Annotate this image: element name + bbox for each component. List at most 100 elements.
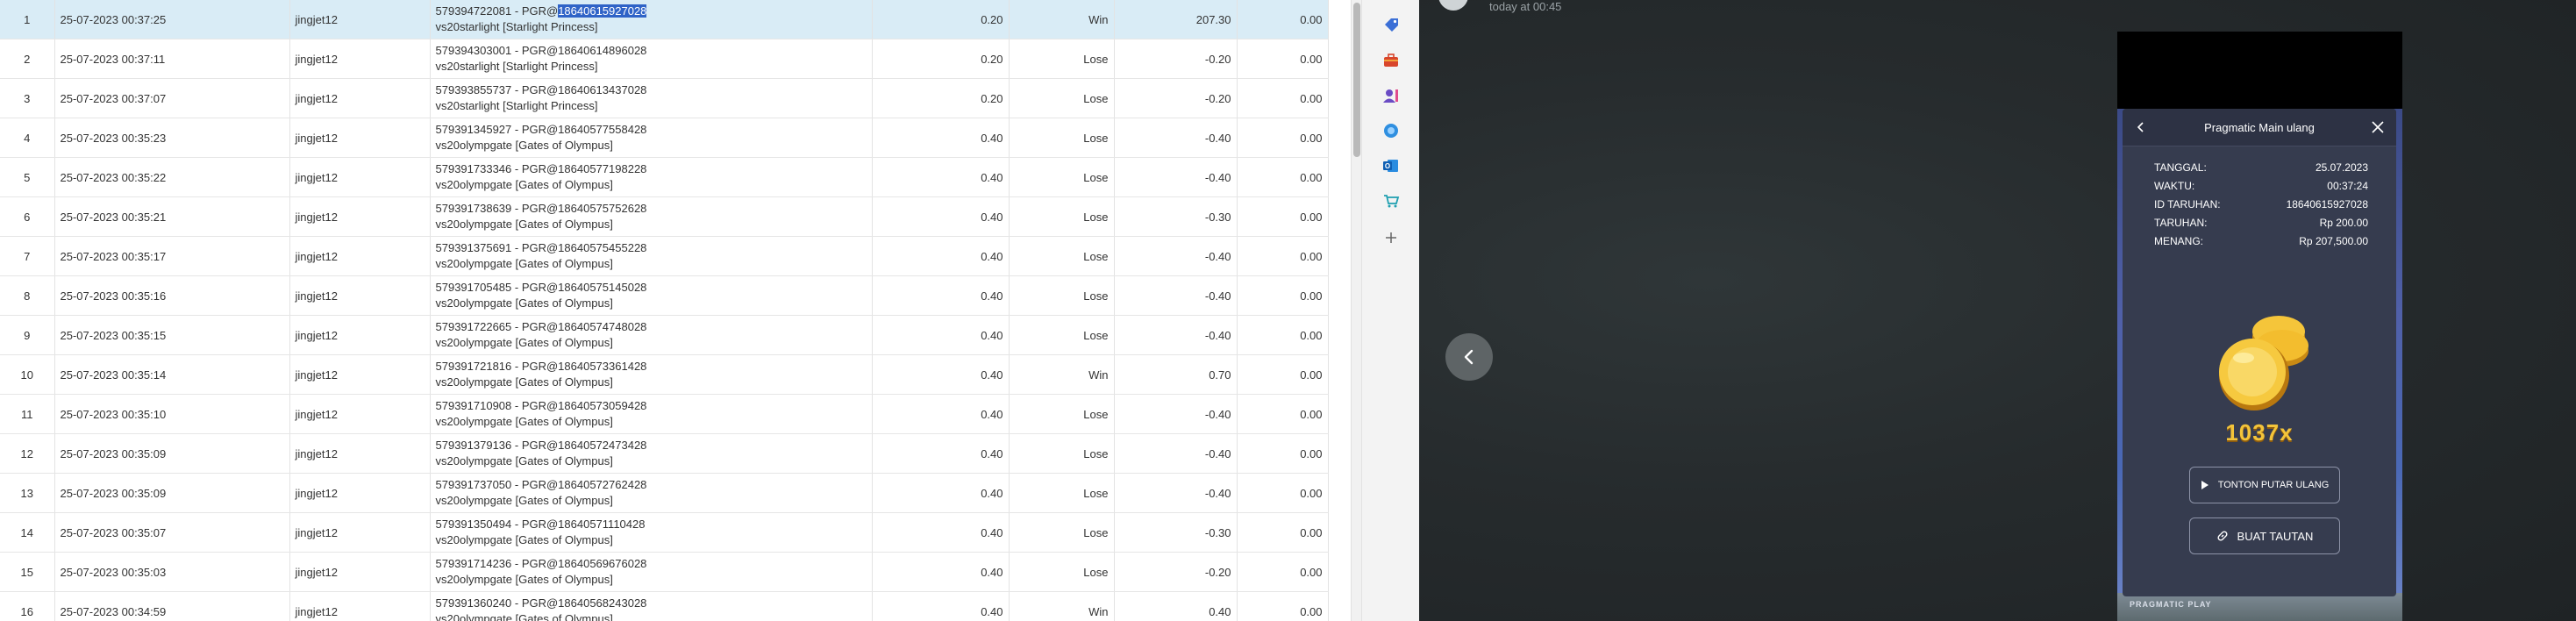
bet-id-line: 579391737050 - PGR@18640572762428 (436, 477, 867, 493)
bet-stake: 0.40 (872, 354, 1010, 395)
table-row[interactable]: 4 25-07-2023 00:35:23 jingjet12 57939134592… (0, 118, 1329, 158)
bet-payout: -0.20 (1114, 78, 1238, 118)
tag-icon[interactable] (1380, 14, 1402, 37)
bet-id: 579394303001 - PGR@18640614896028 (435, 44, 647, 57)
game-name: vs20starlight [Starlight Princess] (435, 99, 598, 112)
info-value: 00:37:24 (2327, 180, 2368, 192)
chevron-left-icon (1464, 349, 1474, 365)
bet-payout: -0.20 (1114, 552, 1238, 592)
close-icon[interactable] (2370, 119, 2386, 135)
bet-extra: 0.00 (1237, 354, 1329, 395)
game-name: vs20olympgate [Gates of Olympus] (435, 454, 613, 468)
table-row[interactable]: 6 25-07-2023 00:35:21 jingjet12 57939173863… (0, 196, 1329, 237)
player-name: jingjet12 (289, 39, 431, 79)
game-name: vs20olympgate [Gates of Olympus] (435, 139, 613, 152)
contacts-icon[interactable] (1380, 84, 1402, 107)
create-link-button[interactable]: BUAT TAUTAN (2189, 518, 2340, 554)
play-icon (2201, 481, 2209, 489)
table-row[interactable]: 16 25-07-2023 00:34:59 jingjet12 5793913602… (0, 591, 1329, 621)
bet-result: Lose (1009, 157, 1115, 197)
selected-text[interactable]: 18640615927028 (558, 4, 647, 18)
info-row-stake: TARUHAN: Rp 200.00 (2154, 217, 2368, 234)
table-row[interactable]: 8 25-07-2023 00:35:16 jingjet12 57939170548… (0, 275, 1329, 316)
shopping-cart-icon[interactable] (1380, 189, 1402, 212)
add-icon[interactable] (1380, 226, 1402, 249)
bet-result: Lose (1009, 118, 1115, 158)
bet-id-line: 579394303001 - PGR@18640614896028 (436, 43, 867, 59)
table-row[interactable]: 10 25-07-2023 00:35:14 jingjet12 5793917218… (0, 354, 1329, 395)
bet-datetime: 25-07-2023 00:35:14 (54, 354, 290, 395)
player-name: jingjet12 (289, 591, 431, 621)
player-name: jingjet12 (289, 552, 431, 592)
bet-payout: -0.40 (1114, 473, 1238, 513)
bet-result: Lose (1009, 552, 1115, 592)
bet-history-table: 1 25-07-2023 00:37:25 jingjet12 57939472208… (0, 0, 1329, 621)
table-row[interactable]: 2 25-07-2023 00:37:11 jingjet12 57939430300… (0, 39, 1329, 79)
table-row[interactable]: 11 25-07-2023 00:35:10 jingjet12 5793917109… (0, 394, 1329, 434)
player-name: jingjet12 (289, 433, 431, 474)
game-name: vs20olympgate [Gates of Olympus] (435, 612, 613, 621)
bet-result: Lose (1009, 394, 1115, 434)
bet-id: 579391360240 - PGR@18640568243028 (435, 596, 647, 610)
row-number: 4 (0, 118, 55, 158)
bet-datetime: 25-07-2023 00:37:11 (54, 39, 290, 79)
player-name: jingjet12 (289, 512, 431, 553)
table-row[interactable]: 7 25-07-2023 00:35:17 jingjet12 57939137569… (0, 236, 1329, 276)
info-label: WAKTU: (2154, 180, 2195, 192)
bet-id: 579391721816 - PGR@18640573361428 (435, 360, 647, 373)
bet-stake: 0.40 (872, 157, 1010, 197)
bet-id: 579391710908 - PGR@18640573059428 (435, 399, 647, 412)
bet-payout: 207.30 (1114, 0, 1238, 39)
previous-image-button[interactable] (1445, 333, 1493, 381)
bet-id-line: 579393855737 - PGR@18640613437028 (436, 82, 867, 98)
bet-result: Lose (1009, 473, 1115, 513)
scroll-thumb[interactable] (1353, 3, 1360, 157)
watch-replay-button[interactable]: TONTON PUTAR ULANG (2189, 467, 2340, 503)
bet-result: Win (1009, 354, 1115, 395)
game-name: vs20olympgate [Gates of Olympus] (435, 533, 613, 546)
table-row[interactable]: 9 25-07-2023 00:35:15 jingjet12 57939172266… (0, 315, 1329, 355)
player-name: jingjet12 (289, 354, 431, 395)
player-name: jingjet12 (289, 315, 431, 355)
bet-id-line: 579391714236 - PGR@18640569676028 (436, 556, 867, 572)
toolbox-icon[interactable] (1380, 49, 1402, 72)
bet-id-line: 579391705485 - PGR@18640575145028 (436, 280, 867, 296)
table-row[interactable]: 3 25-07-2023 00:37:07 jingjet12 57939385573… (0, 78, 1329, 118)
bet-datetime: 25-07-2023 00:35:03 (54, 552, 290, 592)
bet-payout: -0.30 (1114, 512, 1238, 553)
provider-brand: PRAGMATIC PLAY (2130, 600, 2212, 609)
bet-extra: 0.00 (1237, 394, 1329, 434)
info-label: MENANG: (2154, 235, 2204, 247)
player-name: jingjet12 (289, 473, 431, 513)
table-row[interactable]: 13 25-07-2023 00:35:09 jingjet12 5793917370… (0, 473, 1329, 513)
bet-stake: 0.40 (872, 236, 1010, 276)
table-row[interactable]: 14 25-07-2023 00:35:07 jingjet12 5793913504… (0, 512, 1329, 553)
bet-id-line: 579391350494 - PGR@18640571110428 (436, 517, 867, 532)
row-number: 8 (0, 275, 55, 316)
table-row[interactable]: 12 25-07-2023 00:35:09 jingjet12 5793913791… (0, 433, 1329, 474)
bet-payout: -0.40 (1114, 157, 1238, 197)
game-name: vs20olympgate [Gates of Olympus] (435, 573, 613, 586)
outlook-icon[interactable]: O (1380, 154, 1402, 177)
bet-datetime: 25-07-2023 00:37:07 (54, 78, 290, 118)
bet-details: 579391345927 - PGR@18640577558428 vs20oly… (430, 118, 873, 158)
info-label: TANGGAL: (2154, 161, 2207, 174)
bet-id-line: 579391345927 - PGR@18640577558428 (436, 122, 867, 138)
player-name: jingjet12 (289, 196, 431, 237)
bet-result: Win (1009, 0, 1115, 39)
bet-extra: 0.00 (1237, 236, 1329, 276)
win-multiplier: 1037x (2225, 419, 2294, 446)
bet-details: 579391710908 - PGR@18640573059428 vs20oly… (430, 394, 873, 434)
bet-id: 579391737050 - PGR@18640572762428 (435, 478, 647, 491)
table-row[interactable]: 5 25-07-2023 00:35:22 jingjet12 57939173334… (0, 157, 1329, 197)
copilot-icon[interactable] (1380, 119, 1402, 142)
bet-result: Lose (1009, 433, 1115, 474)
table-row[interactable]: 15 25-07-2023 00:35:03 jingjet12 5793917142… (0, 552, 1329, 592)
bet-id-line: 579391360240 - PGR@18640568243028 (436, 596, 867, 611)
game-name: vs20starlight [Starlight Princess] (435, 20, 598, 33)
table-row[interactable]: 1 25-07-2023 00:37:25 jingjet12 57939472208… (0, 0, 1329, 39)
bet-result: Lose (1009, 39, 1115, 79)
bet-id: 579391738639 - PGR@18640575752628 (435, 202, 647, 215)
table-scrollbar[interactable] (1351, 0, 1361, 621)
player-name: jingjet12 (289, 157, 431, 197)
